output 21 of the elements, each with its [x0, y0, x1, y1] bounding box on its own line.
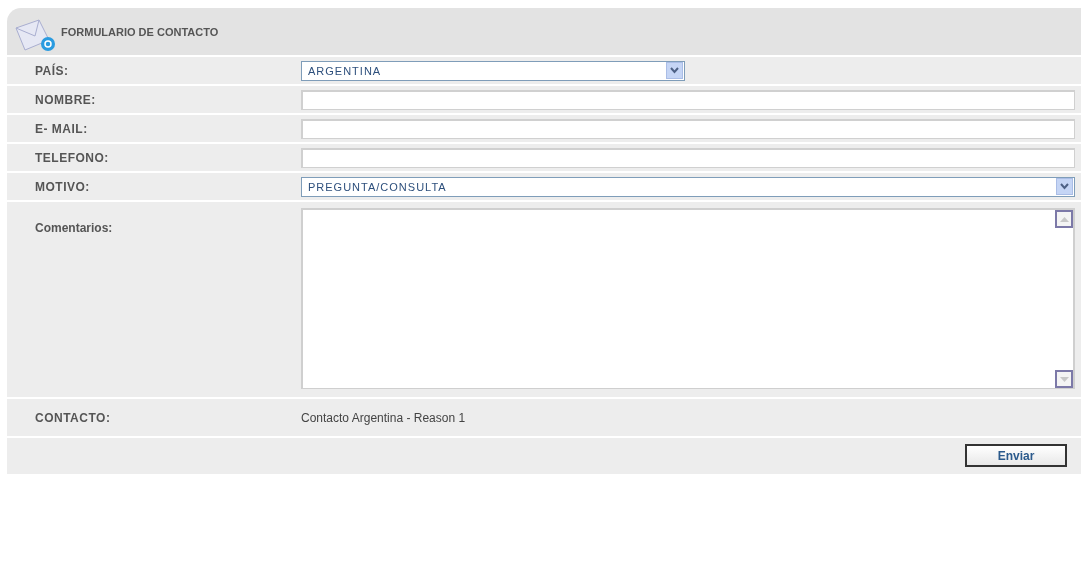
field-label: TELEFONO: [34, 150, 110, 165]
input-field[interactable] [301, 147, 1075, 168]
field-label: NOMBRE: [34, 92, 97, 107]
input-field[interactable] [301, 89, 1075, 110]
down-arrow-icon [1059, 376, 1069, 382]
field-label: Comentarios: [34, 220, 114, 235]
field-label: CONTACTO: [34, 410, 112, 425]
field-label: PAÍS: [34, 63, 70, 78]
input-field[interactable] [301, 118, 1075, 139]
dropdown-field[interactable]: ARGENTINA [301, 60, 685, 81]
contact-value: Contacto Argentina - Reason 1 [301, 409, 466, 427]
field-label: MOTIVO: [34, 179, 91, 194]
field-label: E- MAIL: [34, 121, 89, 136]
scroll-up-button[interactable] [1055, 210, 1073, 228]
dropdown-field[interactable]: PREGUNTA/CONSULTA [301, 176, 1075, 197]
up-arrow-icon [1059, 216, 1069, 222]
form-title: FORMULARIO DE CONTACTO [61, 25, 219, 38]
envelope-icon [13, 17, 57, 52]
scroll-down-button[interactable] [1055, 370, 1073, 388]
comments-field[interactable] [301, 208, 1075, 389]
submit-button[interactable]: Enviar [965, 444, 1067, 467]
